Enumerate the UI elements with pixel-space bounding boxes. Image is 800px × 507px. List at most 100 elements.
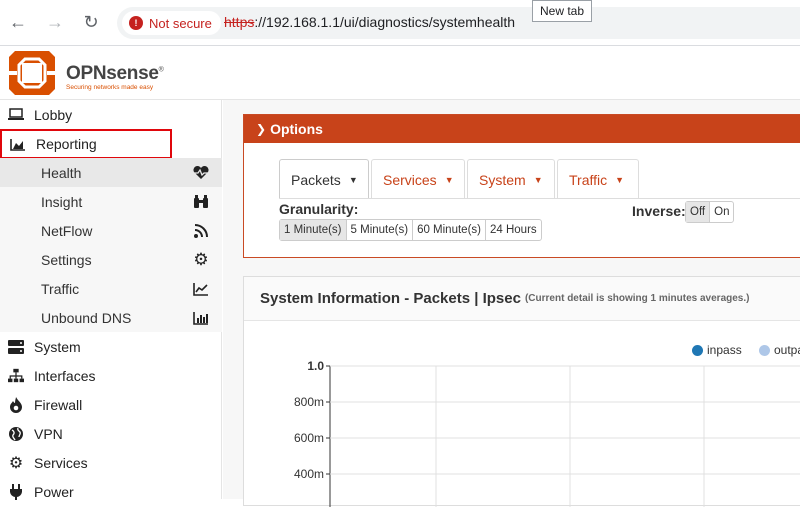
y-tick-label: 1.0: [307, 361, 324, 373]
sidebar-sublabel: NetFlow: [41, 222, 93, 239]
y-tick-label: 800m: [294, 395, 324, 409]
sidebar-label: Power: [34, 483, 74, 500]
sidebar-sublabel: Traffic: [41, 280, 80, 297]
inverse-off[interactable]: Off: [686, 202, 711, 222]
opnsense-logo-icon[interactable]: [7, 49, 57, 97]
panel-title: System Information - Packets | Ipsec: [260, 290, 521, 307]
sidebar-sublabel: Unbound DNS: [41, 309, 132, 326]
sidebar-label: Interfaces: [34, 367, 96, 384]
options-header[interactable]: ❯ Options: [244, 115, 800, 143]
security-label: Not secure: [149, 15, 212, 31]
bar-chart-icon: [192, 311, 210, 325]
sidebar-sublabel: Settings: [41, 251, 92, 268]
panel-note: (Current detail is showing 1 minutes ave…: [524, 293, 750, 304]
sidebar-subitem-unbound-dns[interactable]: Unbound DNS: [0, 303, 222, 332]
sidebar-subitem-insight[interactable]: Insight: [0, 187, 222, 216]
url-path: ://192.168.1.1/ui/diagnostics/systemheal…: [254, 14, 516, 30]
brand-name: OPNsense®: [66, 63, 164, 84]
plug-icon: [8, 483, 24, 500]
server-icon: [8, 339, 24, 354]
area-chart-icon: [10, 138, 26, 151]
tab-packets[interactable]: Packets ▼: [279, 159, 369, 199]
options-title: Options: [270, 121, 323, 137]
sidebar-subitem-settings[interactable]: Settings ⚙: [0, 245, 222, 274]
new-tab-tooltip: New tab: [532, 0, 593, 22]
main-content: ❯ Options Packets ▼ Services ▼ System ▼ Tra…: [223, 100, 800, 507]
sidebar-label: Firewall: [34, 396, 83, 413]
sidebar-item-power[interactable]: Power: [0, 477, 222, 506]
laptop-icon: [8, 108, 24, 121]
system-info-panel: System Information - Packets | Ipsec (Cu…: [243, 276, 800, 507]
sidebar-item-lobby[interactable]: Lobby: [0, 100, 222, 129]
sidebar-item-system[interactable]: System: [0, 332, 222, 361]
brand-tagline: Securing networks made easy: [66, 84, 154, 91]
sidebar-item-services[interactable]: ⚙ Services: [0, 448, 222, 477]
forward-icon[interactable]: →: [44, 11, 66, 33]
app-header: OPNsense® Securing networks made easy: [0, 47, 800, 100]
inverse-on[interactable]: On: [710, 202, 733, 222]
sidebar-item-vpn[interactable]: VPN: [0, 419, 222, 448]
sidebar-sublabel: Insight: [41, 193, 83, 210]
url-text[interactable]: https://192.168.1.1/ui/diagnostics/syste…: [224, 14, 515, 30]
security-chip[interactable]: ! Not secure: [122, 11, 221, 35]
tab-label: Traffic: [569, 171, 608, 188]
options-panel: ❯ Options Packets ▼ Services ▼ System ▼ Tra…: [243, 114, 800, 258]
legend-item-inpass[interactable]: inpass: [692, 343, 742, 357]
sitemap-icon: [8, 368, 24, 383]
granularity-24-hours[interactable]: 24 Hours: [486, 220, 541, 240]
chart-grid: [326, 365, 800, 507]
sidebar-sublabel: Health: [41, 164, 82, 181]
sidebar-label: Services: [34, 454, 88, 471]
legend-label: inpass: [707, 343, 742, 357]
granularity-1-minute[interactable]: 1 Minute(s): [280, 220, 347, 240]
inverse-label: Inverse:: [632, 203, 686, 219]
tab-divider: [279, 198, 800, 199]
binoculars-icon: [192, 194, 210, 209]
line-chart-icon: [192, 282, 210, 296]
fire-icon: [8, 396, 24, 413]
sidebar-subitem-netflow[interactable]: NetFlow: [0, 216, 222, 245]
back-icon[interactable]: ←: [7, 11, 29, 33]
sidebar-label: VPN: [34, 425, 63, 442]
inverse-toggle: Off On: [685, 201, 735, 223]
tab-services[interactable]: Services ▼: [371, 159, 465, 199]
granularity-5-minute[interactable]: 5 Minute(s): [347, 220, 414, 240]
granularity-label: Granularity:: [279, 201, 359, 217]
chevron-down-icon: ❯: [256, 122, 267, 136]
caret-down-icon: ▼: [533, 174, 543, 185]
tab-label: Packets: [291, 171, 341, 188]
rss-icon: [192, 223, 210, 238]
sidebar-item-firewall[interactable]: Firewall: [0, 390, 222, 419]
sidebar-item-interfaces[interactable]: Interfaces: [0, 361, 222, 390]
y-axis-ticks: 1.0 800m 600m 400m: [294, 361, 324, 481]
gears-icon: ⚙: [8, 454, 24, 472]
legend-dot: [692, 344, 703, 356]
sidebar-label: Reporting: [36, 136, 97, 152]
tab-traffic[interactable]: Traffic ▼: [557, 159, 639, 199]
gear-icon: ⚙: [193, 249, 209, 269]
granularity-buttons: 1 Minute(s) 5 Minute(s) 60 Minute(s) 24 …: [279, 219, 542, 241]
y-tick-label: 600m: [294, 431, 324, 445]
caret-down-icon: ▼: [615, 174, 625, 185]
caret-down-icon: ▼: [348, 174, 358, 185]
sidebar-label: Lobby: [34, 106, 73, 123]
caret-down-icon: ▼: [444, 174, 454, 185]
tab-label: Services: [383, 171, 437, 188]
sidebar: Lobby Reporting Health Insight NetFlow S…: [0, 100, 222, 500]
y-tick-label: 400m: [294, 467, 324, 481]
sidebar-item-reporting[interactable]: Reporting: [0, 129, 172, 159]
legend-item-outpa[interactable]: outpa: [759, 343, 800, 357]
tab-system[interactable]: System ▼: [467, 159, 555, 199]
browser-toolbar: ← → ↻ ! Not secure https://192.168.1.1/u…: [0, 0, 800, 46]
reload-icon[interactable]: ↻: [80, 11, 102, 33]
sidebar-subitem-traffic[interactable]: Traffic: [0, 274, 222, 303]
tab-label: System: [479, 171, 526, 188]
globe-icon: [8, 426, 24, 442]
legend-dot: [759, 344, 770, 356]
heartbeat-icon: [192, 165, 210, 180]
granularity-60-minute[interactable]: 60 Minute(s): [413, 220, 486, 240]
url-scheme: https: [224, 14, 255, 30]
sidebar-subitem-health[interactable]: Health: [0, 158, 222, 187]
panel-header: System Information - Packets | Ipsec (Cu…: [244, 277, 800, 321]
sidebar-label: System: [34, 338, 81, 355]
